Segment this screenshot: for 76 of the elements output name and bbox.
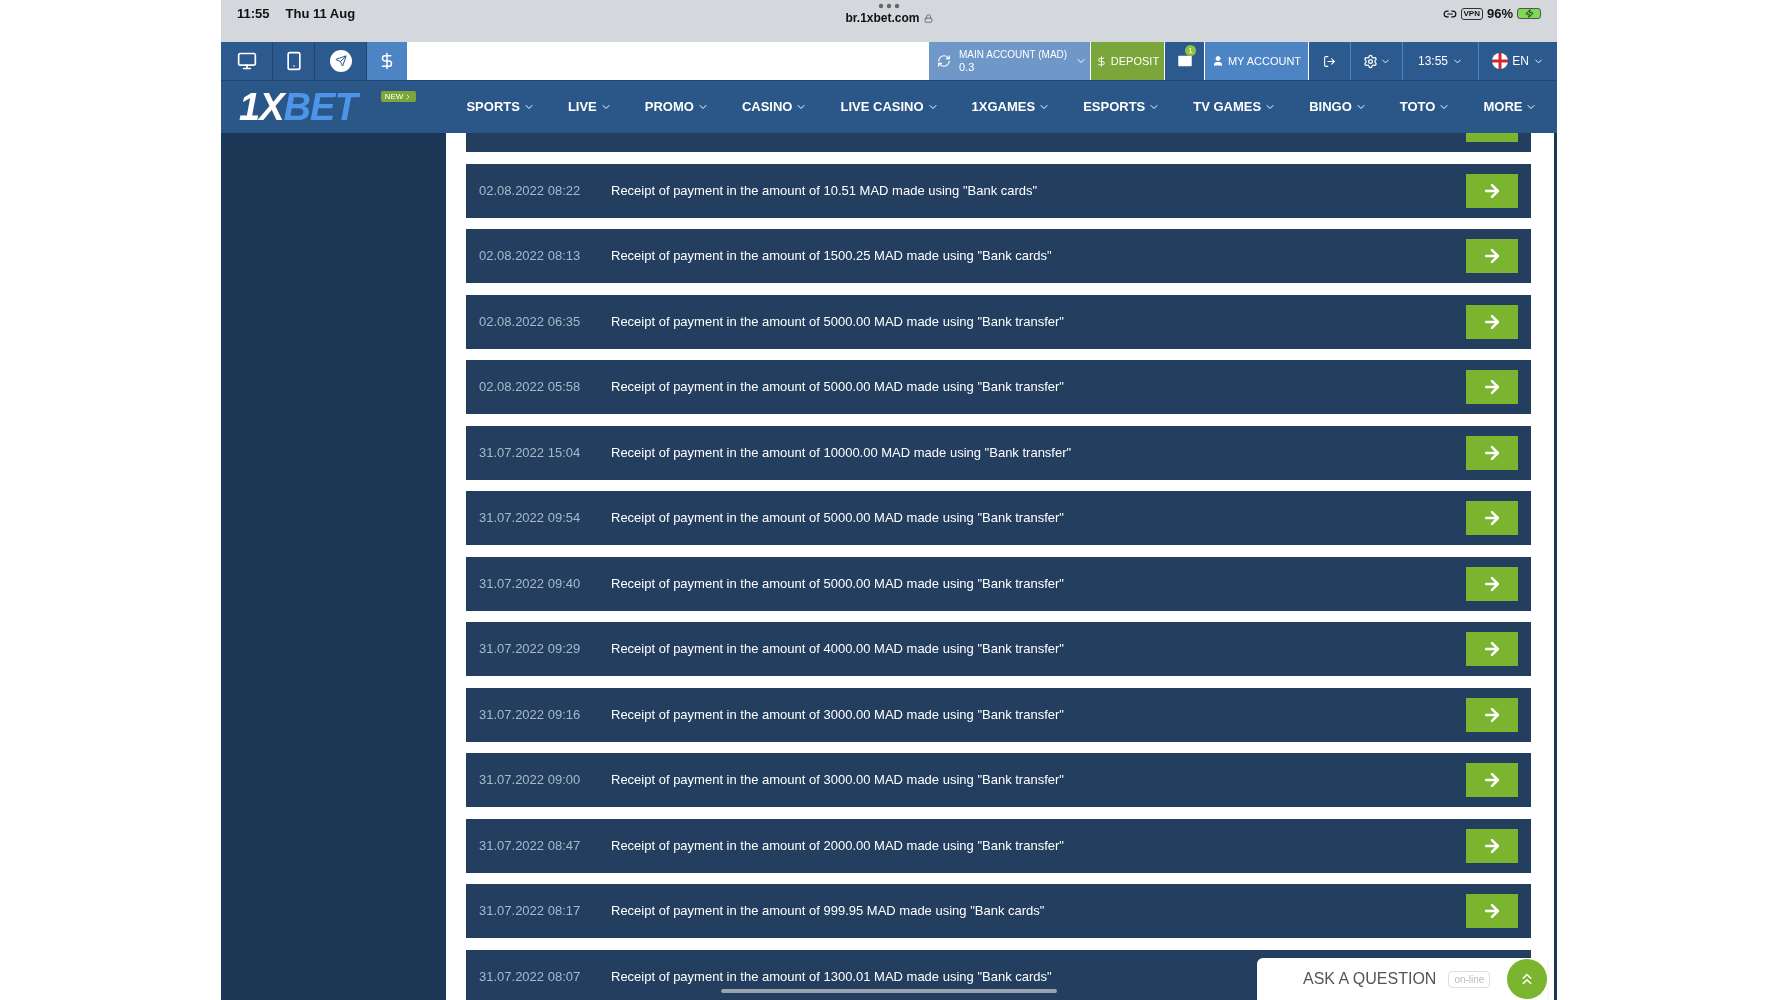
nav-item[interactable]: PROMO <box>644 97 709 117</box>
arrow-button[interactable] <box>1466 828 1518 863</box>
transaction-text: Receipt of payment in the amount of 5000.00 MAD made using "Bank transfer" <box>611 312 1064 331</box>
logout-button[interactable] <box>1309 42 1351 80</box>
transaction-date: 02.08.2022 08:22 <box>479 181 582 200</box>
transaction-date: 31.07.2022 09:40 <box>479 574 582 593</box>
transaction-text: Receipt of payment in the amount of 4000.00 MAD made using "Bank transfer" <box>611 640 1064 659</box>
transaction-text: Receipt of payment in the amount of 5000.00 MAD made using "Bank transfer" <box>611 378 1064 397</box>
arrow-button[interactable] <box>1466 566 1518 601</box>
ask-question-widget[interactable]: ASK A QUESTION on-line <box>1257 958 1547 1000</box>
mobile-button[interactable] <box>273 42 315 80</box>
lock-icon <box>923 13 933 23</box>
telegram-button[interactable] <box>315 42 367 80</box>
battery-icon <box>1517 8 1541 20</box>
settings-icon <box>1362 53 1378 69</box>
transaction-date: 02.08.2022 05:58 <box>479 378 582 397</box>
envelope-icon <box>1175 52 1194 70</box>
time-button[interactable]: 13:55 <box>1403 42 1479 80</box>
transaction-date: 31.07.2022 08:07 <box>479 967 582 986</box>
transaction-text: Receipt of payment in the amount of 3000.00 MAD made using "Bank transfer" <box>611 771 1064 790</box>
transaction-text: Receipt of payment in the amount of 2000.00 MAD made using "Bank transfer" <box>611 836 1064 855</box>
url-text[interactable]: br.1xbet.com <box>845 9 920 27</box>
transaction-date: 31.07.2022 09:16 <box>479 705 582 724</box>
user-icon <box>1211 55 1224 67</box>
expand-chat-button[interactable] <box>1507 959 1547 999</box>
nav-item[interactable]: ESPORTS <box>1083 97 1161 117</box>
transaction-date: 31.07.2022 08:47 <box>479 836 582 855</box>
nav-item[interactable]: BINGO <box>1309 97 1367 117</box>
status-date: Thu 11 Aug <box>285 5 356 23</box>
transaction-text: Receipt of payment in the amount of 999.95 MAD made using "Bank cards" <box>611 902 1045 921</box>
vpn-badge: VPN <box>1460 7 1483 20</box>
account-balance: 0.3 <box>959 61 975 73</box>
ask-question-label: ASK A QUESTION <box>1303 969 1437 989</box>
transaction-date: 31.07.2022 09:54 <box>479 509 582 528</box>
transaction-text: Receipt of payment in the amount of 5000.00 MAD made using "Bank transfer" <box>611 509 1064 528</box>
arrow-button[interactable] <box>1466 304 1518 339</box>
transaction-text: Receipt of payment in the amount of 1300.01 MAD made using "Bank cards" <box>611 967 1052 986</box>
transaction-text: Receipt of payment in the amount of 10000.00 MAD made using "Bank transfer" <box>611 443 1072 462</box>
transaction-date: 02.08.2022 06:35 <box>479 312 582 331</box>
message-count: 1 <box>1185 45 1196 56</box>
nav-item[interactable]: 1XGAMES <box>971 97 1051 117</box>
transaction-text: Receipt of payment in the amount of 10.51 MAD made using "Bank cards" <box>611 181 1038 200</box>
logout-icon <box>1323 54 1336 68</box>
settings-button[interactable] <box>1351 42 1403 80</box>
nav-item[interactable]: LIVE <box>567 97 612 117</box>
arrow-button[interactable] <box>1466 435 1518 470</box>
transaction-date: 02.08.2022 08:13 <box>479 247 582 266</box>
language-button[interactable]: EN <box>1479 42 1557 80</box>
arrow-button[interactable] <box>1466 173 1518 208</box>
transaction-text: Receipt of payment in the amount of 5000.00 MAD made using "Bank transfer" <box>611 574 1064 593</box>
desktop-button[interactable] <box>221 42 273 80</box>
account-label: MAIN ACCOUNT (MAD) <box>959 49 1068 61</box>
flag-icon <box>1492 53 1509 69</box>
nav-item[interactable]: TOTO <box>1399 97 1451 117</box>
transaction-date: 31.07.2022 15:04 <box>479 443 582 462</box>
currency-button[interactable] <box>367 42 407 80</box>
dollar-icon <box>1095 55 1107 67</box>
transaction-date: 31.07.2022 09:29 <box>479 640 582 659</box>
status-time: 11:55 <box>237 5 270 23</box>
nav-item[interactable]: SPORTS <box>466 97 535 117</box>
refresh-icon <box>937 54 951 68</box>
transaction-date: 31.07.2022 08:17 <box>479 902 582 921</box>
transaction-text: Receipt of payment in the amount of 1500.25 MAD made using "Bank cards" <box>611 247 1052 266</box>
online-status: on-line <box>1448 970 1491 988</box>
battery-percent: 96% <box>1486 5 1513 23</box>
nav-item[interactable]: TV GAMES <box>1193 97 1277 117</box>
transaction-text: Receipt of payment in the amount of 3000.00 MAD made using "Bank transfer" <box>611 705 1064 724</box>
transaction-date: 31.07.2022 09:00 <box>479 771 582 790</box>
nav-item[interactable]: LIVE CASINO <box>840 97 939 117</box>
my-account-button[interactable]: MY ACCOUNT <box>1205 42 1309 80</box>
nav-item[interactable]: MORE <box>1483 97 1538 117</box>
monitor-icon <box>236 51 257 71</box>
paper-plane-icon <box>329 50 352 72</box>
more-icon[interactable] <box>878 3 900 9</box>
nav-item[interactable]: CASINO <box>741 97 808 117</box>
arrow-button[interactable] <box>1466 697 1518 732</box>
